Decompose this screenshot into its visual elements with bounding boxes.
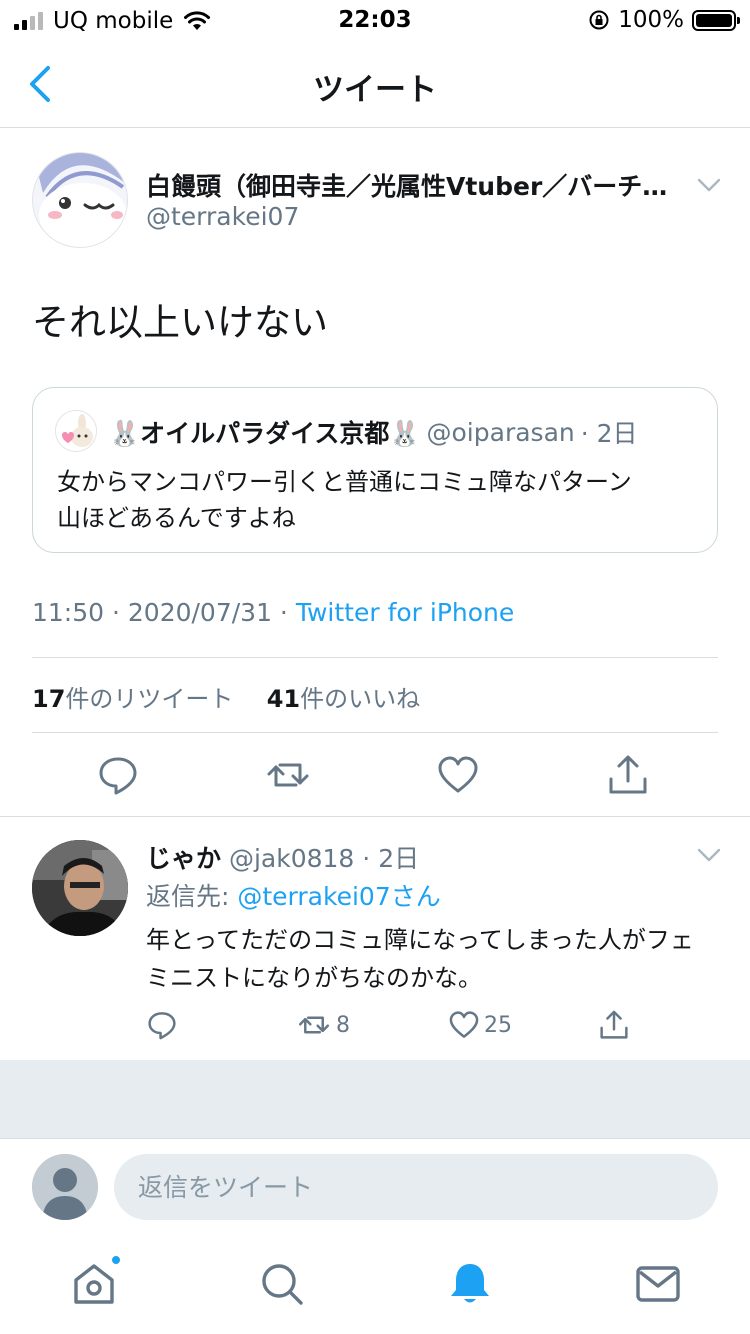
mail-icon (636, 1266, 680, 1302)
reply-author-name[interactable]: じゃか (146, 844, 221, 873)
author-avatar[interactable] (32, 152, 128, 248)
reply-share-button[interactable] (598, 1008, 630, 1042)
reply-author-handle[interactable]: @jak0818 (229, 844, 354, 873)
quoted-text-line: 女からマンコパワー引くと普通にコミュ障なパターン (57, 468, 632, 496)
tab-notifications[interactable] (444, 1258, 496, 1310)
divider (32, 657, 718, 658)
reply-retweet-button[interactable]: 8 (296, 1008, 350, 1042)
reply-icon (148, 1012, 176, 1040)
avatar-photo-image (32, 840, 128, 936)
quoted-author-handle: @oiparasan (426, 417, 575, 447)
tab-home[interactable] (68, 1254, 122, 1310)
battery-icon (692, 9, 740, 31)
new-content-dot (110, 1254, 122, 1266)
heart-icon (449, 1011, 479, 1038)
tweet-meta: 11:50 · 2020/07/31 · Twitter for iPhone (32, 598, 514, 627)
retweet-count: 17 (32, 685, 66, 713)
tweet-stats: 17件のリツイート 41件のいいね (32, 679, 420, 714)
reply-text: 年とってただのコミュ障になってしまった人がフェミニストになりがちなのかな。 (146, 926, 694, 992)
retweet-label: 件のリツイート (65, 685, 234, 713)
reply-time: · 2日 (362, 844, 420, 873)
back-button[interactable] (24, 64, 60, 104)
retweet-button[interactable] (266, 753, 310, 797)
reply-like-count: 25 (484, 1012, 512, 1038)
rotation-lock-icon (589, 10, 609, 30)
like-count: 41 (266, 685, 301, 713)
quoted-author-name: 🐰オイルパラダイス京都🐰 (109, 419, 421, 448)
share-icon (600, 1010, 628, 1039)
share-button[interactable] (606, 753, 650, 797)
reply-reply-button[interactable] (146, 1008, 178, 1042)
reply-retweet-count: 8 (336, 1012, 350, 1038)
tab-search[interactable] (256, 1258, 308, 1310)
home-icon (74, 1264, 114, 1304)
like-button[interactable] (436, 753, 480, 797)
divider (0, 816, 750, 817)
like-label: 件のいいね (300, 685, 421, 713)
like-stat[interactable]: 41件のいいね (267, 685, 420, 713)
heart-icon (438, 756, 478, 793)
chevron-left-icon (30, 66, 50, 102)
tab-messages[interactable] (632, 1258, 684, 1310)
reply-icon (99, 757, 137, 795)
author-name[interactable]: 白饅頭（御田寺圭／光属性Vtuber／バーチ… (146, 167, 686, 203)
reply-compose-input[interactable] (114, 1154, 718, 1220)
retweet-icon (267, 763, 309, 787)
reply-menu-button[interactable] (696, 842, 722, 868)
reply-to-mention[interactable]: @terrakei07さん (237, 882, 440, 911)
reply-author-avatar[interactable] (32, 840, 128, 936)
default-profile-icon (32, 1154, 98, 1220)
page-title: ツイート (313, 72, 437, 108)
quoted-header: 🐰オイルパラダイス京都🐰 @oiparasan · 2日 (109, 414, 638, 450)
reply-like-button[interactable]: 25 (448, 1008, 512, 1042)
author-handle[interactable]: @terrakei07 (146, 202, 299, 231)
tweet-menu-button[interactable] (696, 172, 722, 198)
bell-icon (451, 1264, 489, 1303)
navigation-bar: ツイート (0, 42, 750, 128)
share-icon (609, 755, 647, 794)
battery-percent: 100% (618, 7, 684, 33)
quoted-time: · 2日 (580, 419, 638, 448)
avatar-rabbit-image (56, 411, 96, 451)
quoted-author-avatar (55, 410, 97, 452)
search-icon (262, 1264, 303, 1305)
quoted-text: 女からマンコパワー引くと普通にコミュ障なパターン 山ほどあるんですよね (57, 464, 697, 536)
avatar-character-image (33, 153, 127, 247)
empty-feed-area (0, 1060, 750, 1138)
retweet-icon (298, 1016, 330, 1034)
divider (32, 732, 718, 733)
reply-button[interactable] (96, 753, 140, 797)
tweet-source-link[interactable]: Twitter for iPhone (296, 598, 514, 627)
retweet-stat[interactable]: 17件のリツイート (32, 685, 233, 713)
chevron-down-icon (697, 848, 721, 862)
reply-to-line: 返信先: @terrakei07さん (146, 877, 441, 913)
tweet-timestamp: 11:50 · 2020/07/31 · (32, 598, 296, 627)
status-bar: UQ mobile 22:03 100% (0, 0, 750, 42)
reply-to-label: 返信先: (146, 882, 238, 911)
quoted-tweet[interactable]: 🐰オイルパラダイス京都🐰 @oiparasan · 2日 女からマンコパワー引く… (32, 387, 718, 553)
reply-header: じゃか @jak0818 · 2日 (146, 839, 419, 875)
tweet-text: それ以上いけない (32, 301, 328, 344)
divider (0, 1138, 750, 1139)
chevron-down-icon (697, 178, 721, 192)
user-avatar[interactable] (32, 1154, 98, 1220)
quoted-text-line: 山ほどあるんですよね (57, 504, 296, 532)
status-right: 100% (588, 7, 740, 33)
